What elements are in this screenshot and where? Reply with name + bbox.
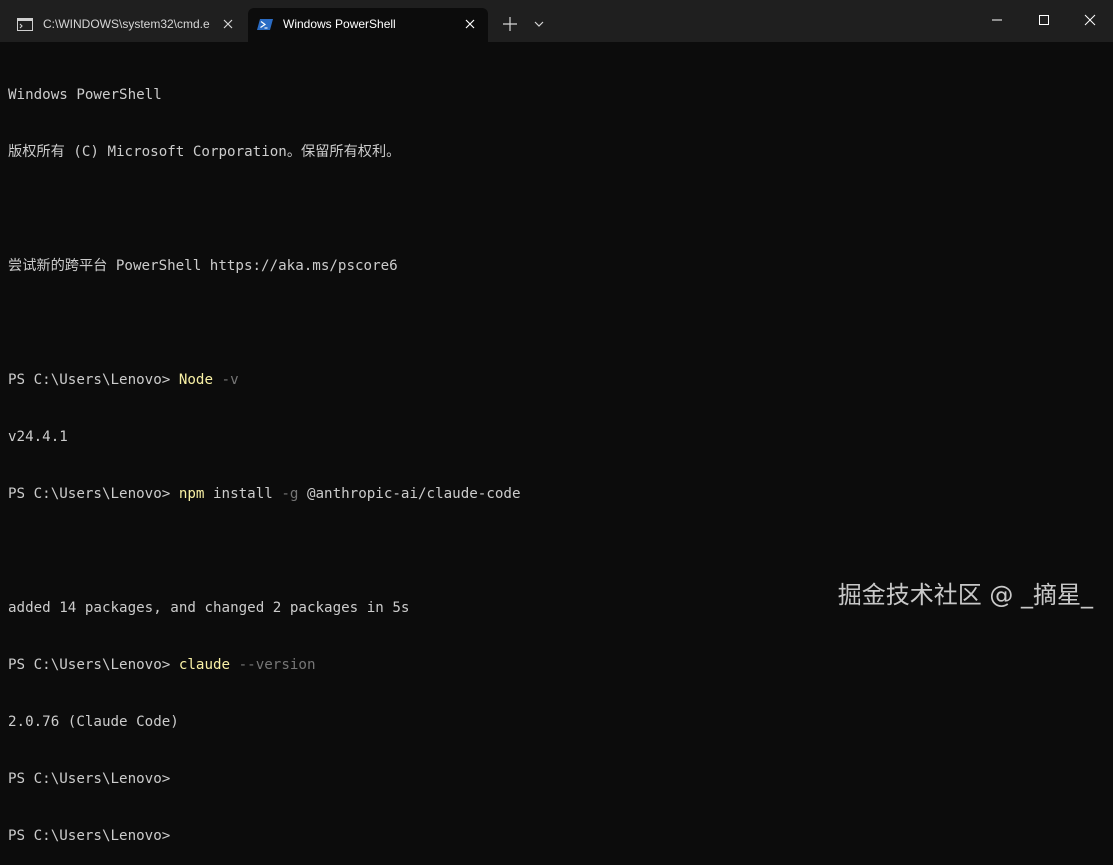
tab-powershell[interactable]: Windows PowerShell (248, 8, 488, 42)
console-line: Windows PowerShell (8, 87, 162, 103)
argument: install (204, 486, 282, 502)
tab-cmd-label: C:\WINDOWS\system32\cmd.e (43, 17, 210, 31)
command: npm (178, 486, 205, 502)
prompt: PS C:\Users\Lenovo> (8, 372, 179, 388)
close-window-button[interactable] (1067, 0, 1113, 40)
new-tab-button[interactable] (497, 12, 523, 36)
console-line: PS C:\Users\Lenovo> (8, 828, 171, 844)
console-line: 版权所有 (C) Microsoft Corporation。保留所有权利。 (8, 144, 401, 160)
chevron-down-icon[interactable] (530, 14, 548, 34)
console-command-line: PS C:\Users\Lenovo> Node -v (8, 371, 1098, 390)
prompt: PS C:\Users\Lenovo> (8, 486, 179, 502)
watermark: 掘金技术社区 @ _摘星_ (837, 581, 1093, 609)
console-line: 2.0.76 (Claude Code) (8, 714, 179, 730)
maximize-button[interactable] (1021, 0, 1067, 40)
cmd-icon (17, 18, 33, 31)
close-icon[interactable] (462, 16, 478, 32)
argument: @anthropic-ai/claude-code (298, 486, 521, 502)
parameter: -g (281, 486, 299, 502)
powershell-icon (257, 19, 273, 30)
close-icon[interactable] (220, 16, 236, 32)
console-line: 尝试新的跨平台 PowerShell https://aka.ms/pscore… (8, 258, 398, 274)
console-line: v24.4.1 (8, 429, 68, 445)
parameter: -v (213, 372, 239, 388)
tab-powershell-label: Windows PowerShell (283, 17, 396, 31)
prompt: PS C:\Users\Lenovo> (8, 657, 179, 673)
minimize-button[interactable] (974, 0, 1020, 40)
console-command-line: PS C:\Users\Lenovo> claude --version (8, 656, 1098, 675)
parameter: --version (230, 657, 316, 673)
console-line: PS C:\Users\Lenovo> (8, 771, 171, 787)
command: Node (178, 372, 214, 388)
command: claude (178, 657, 231, 673)
console-command-line: PS C:\Users\Lenovo> npm install -g @anth… (8, 485, 1098, 504)
console-output[interactable]: Windows PowerShell 版权所有 (C) Microsoft Co… (8, 48, 1098, 844)
tab-cmd[interactable]: C:\WINDOWS\system32\cmd.e (8, 8, 246, 42)
title-bar: C:\WINDOWS\system32\cmd.e Windows PowerS… (0, 0, 1113, 42)
